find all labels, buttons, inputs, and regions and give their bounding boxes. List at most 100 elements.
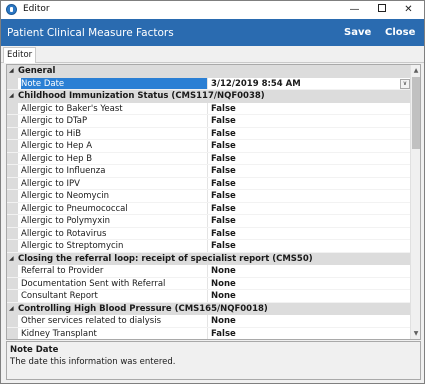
property-value[interactable]: False [211, 190, 236, 203]
property-value[interactable]: None [211, 290, 236, 303]
grid-property-row[interactable]: Other services related to dialysis None [7, 315, 410, 328]
description-title: Note Date [10, 345, 59, 355]
row-margin [7, 115, 18, 127]
grid-property-row[interactable]: Allergic to IPV False [7, 177, 410, 191]
property-name[interactable]: Allergic to Hep A [21, 140, 208, 152]
grid-property-row[interactable]: Referral to Provider None [7, 265, 410, 278]
property-value[interactable]: False [211, 178, 236, 191]
property-value[interactable]: False [211, 140, 236, 153]
scroll-up-icon[interactable]: ▲ [411, 65, 420, 76]
tab-editor[interactable]: Editor [3, 47, 36, 63]
grid-property-row[interactable]: Note Date 3/12/2019 8:54 AM ∨ [7, 77, 410, 91]
grid-category[interactable]: ◢ Controlling High Blood Pressure (CMS165… [7, 302, 410, 316]
header-title: Patient Clinical Measure Factors [7, 27, 174, 39]
property-name[interactable]: Note Date [21, 77, 208, 89]
property-value[interactable]: None [211, 315, 236, 328]
description-panel: Note Date The date this information was … [6, 341, 421, 380]
row-margin [7, 227, 18, 239]
property-value[interactable]: False [211, 165, 236, 178]
property-name[interactable]: Allergic to Streptomycin [21, 240, 208, 252]
property-value[interactable]: False [211, 228, 236, 241]
property-name[interactable]: Documentation Sent with Referral [21, 277, 208, 289]
property-value[interactable]: False [211, 128, 236, 141]
scroll-down-icon[interactable]: ▼ [411, 328, 420, 339]
vertical-scrollbar[interactable]: ▲ ▼ [410, 65, 420, 339]
title-bar[interactable]: Editor — ✕ [1, 1, 424, 19]
row-margin [7, 265, 18, 277]
property-name[interactable]: Allergic to Polymyxin [21, 215, 208, 227]
property-value[interactable]: False [211, 215, 236, 228]
row-margin [7, 315, 18, 327]
row-margin [7, 165, 18, 177]
property-name[interactable]: Allergic to DTaP [21, 115, 208, 127]
property-name[interactable]: Allergic to Influenza [21, 165, 208, 177]
property-name[interactable]: Other services related to dialysis [21, 315, 208, 327]
maximize-button[interactable] [368, 1, 395, 19]
scrollbar-thumb[interactable] [412, 77, 420, 149]
grid-property-row[interactable]: Allergic to Rotavirus False [7, 227, 410, 241]
grid-category[interactable]: ◢ Childhood Immunization Status (CMS117/N… [7, 90, 410, 103]
grid-category[interactable]: ◢ Closing the referral loop: receipt of s… [7, 252, 410, 266]
property-name[interactable]: Allergic to IPV [21, 177, 208, 189]
blue-header: Patient Clinical Measure Factors Save Cl… [1, 19, 424, 46]
property-name[interactable]: Referral to Provider [21, 265, 208, 277]
row-margin [7, 127, 18, 139]
window-title: Editor [23, 4, 50, 14]
description-text: The date this information was entered. [10, 357, 176, 367]
grid-property-row[interactable]: Allergic to Hep B False [7, 152, 410, 166]
grid-property-row[interactable]: Documentation Sent with Referral None [7, 277, 410, 291]
property-value[interactable]: False [211, 240, 236, 253]
grid-property-row[interactable]: Kidney Transplant False [7, 327, 410, 340]
row-margin [7, 102, 18, 114]
row-margin [7, 152, 18, 164]
save-button[interactable]: Save [344, 27, 371, 38]
property-name[interactable]: Allergic to Neomycin [21, 190, 208, 202]
grid-property-row[interactable]: Allergic to Streptomycin False [7, 240, 410, 253]
property-value[interactable]: False [211, 203, 236, 216]
grid-property-row[interactable]: Allergic to Baker's Yeast False [7, 102, 410, 116]
property-value[interactable]: None [211, 265, 236, 278]
collapse-triangle-icon[interactable]: ◢ [9, 90, 17, 103]
property-name[interactable]: Kidney Transplant [21, 327, 208, 339]
grid-property-row[interactable]: Allergic to Influenza False [7, 165, 410, 178]
property-grid: ◢ General Note Date 3/12/2019 8:54 AM ∨ ◢ Chil… [6, 64, 421, 340]
property-name[interactable]: Allergic to Pneumococcal [21, 202, 208, 214]
property-value[interactable]: None [211, 278, 236, 291]
category-label: Controlling High Blood Pressure (CMS165/… [18, 303, 268, 314]
row-margin [7, 177, 18, 189]
row-margin [7, 190, 18, 202]
property-name[interactable]: Allergic to Rotavirus [21, 227, 208, 239]
row-margin [7, 277, 18, 289]
maximize-icon [377, 4, 386, 12]
grid-category[interactable]: ◢ General [7, 65, 410, 78]
close-button[interactable]: Close [385, 27, 415, 38]
row-margin [7, 327, 18, 339]
grid-property-row[interactable]: Allergic to Pneumococcal False [7, 202, 410, 216]
property-name[interactable]: Allergic to Hep B [21, 152, 208, 164]
property-value[interactable]: False [211, 115, 236, 128]
grid-property-row[interactable]: Allergic to HiB False [7, 127, 410, 141]
property-value[interactable]: False [211, 153, 236, 166]
property-value[interactable]: False [211, 103, 236, 116]
row-margin [7, 215, 18, 227]
category-label: Childhood Immunization Status (CMS117/NQ… [18, 91, 265, 101]
category-label: Closing the referral loop: receipt of sp… [18, 253, 313, 264]
collapse-triangle-icon[interactable]: ◢ [9, 65, 17, 78]
category-label: General [18, 66, 56, 76]
window-close-button[interactable]: ✕ [395, 1, 422, 19]
grid-property-row[interactable]: Allergic to Hep A False [7, 140, 410, 153]
grid-property-row[interactable]: Allergic to Polymyxin False [7, 215, 410, 228]
collapse-triangle-icon[interactable]: ◢ [9, 253, 17, 266]
property-name[interactable]: Allergic to Baker's Yeast [21, 102, 208, 114]
property-name[interactable]: Consultant Report [21, 290, 208, 302]
grid-property-row[interactable]: Consultant Report None [7, 290, 410, 303]
collapse-triangle-icon[interactable]: ◢ [9, 303, 17, 316]
property-value[interactable]: 3/12/2019 8:54 AM [211, 78, 301, 91]
property-value[interactable]: False [211, 328, 236, 340]
row-margin [7, 140, 18, 152]
minimize-button[interactable]: — [341, 1, 368, 19]
dropdown-chevron-icon[interactable]: ∨ [400, 78, 410, 89]
property-name[interactable]: Allergic to HiB [21, 127, 208, 139]
grid-property-row[interactable]: Allergic to Neomycin False [7, 190, 410, 203]
grid-property-row[interactable]: Allergic to DTaP False [7, 115, 410, 128]
